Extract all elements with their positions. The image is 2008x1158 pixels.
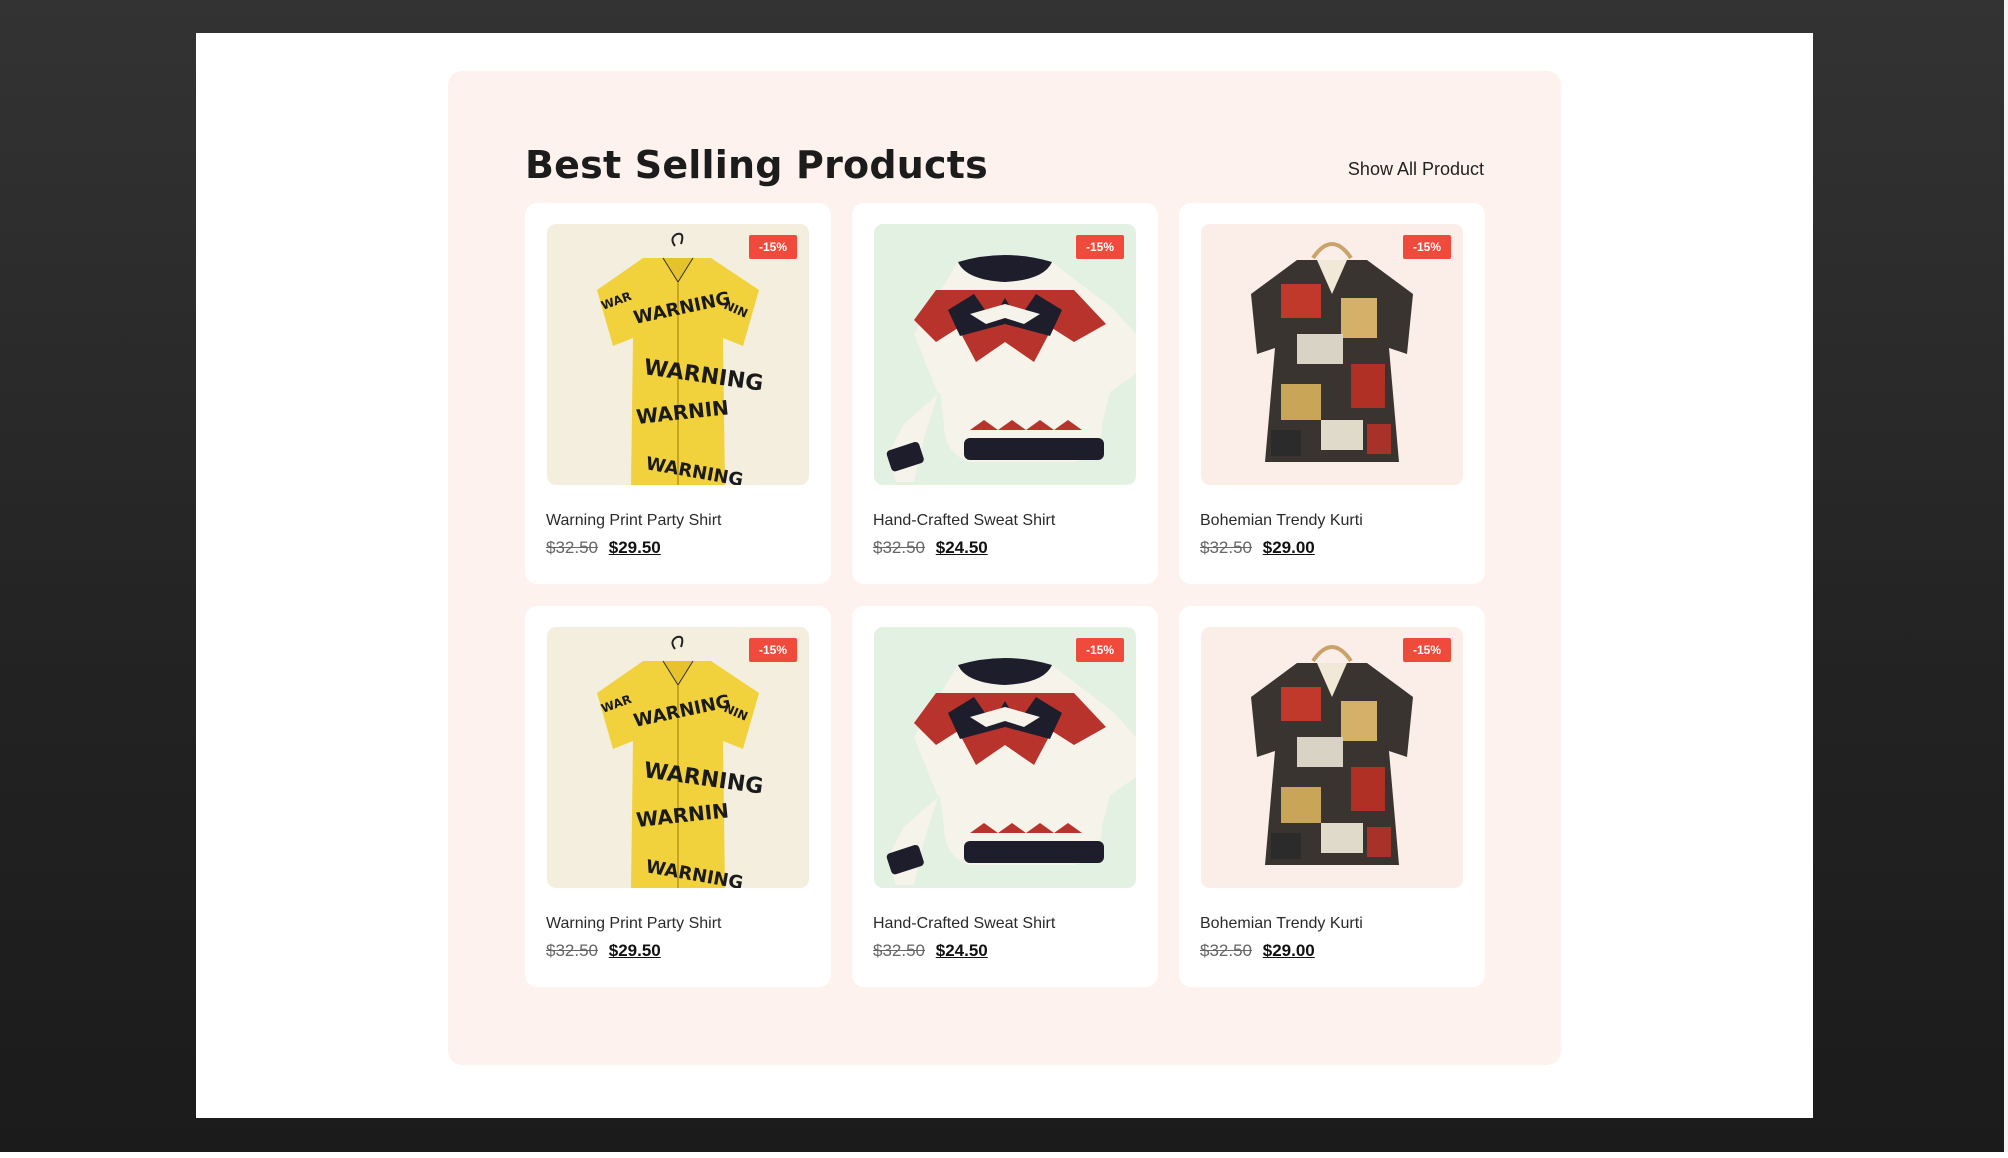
window-bottom-edge [0,1152,2008,1158]
product-card[interactable]: -15% Bohemian Trendy Kurti $32.50 $29.00 [1179,606,1485,987]
product-name[interactable]: Warning Print Party Shirt [546,512,721,530]
product-name[interactable]: Bohemian Trendy Kurti [1200,512,1363,530]
product-card[interactable]: WARNING WARNING WARNIN WARNING WAR NIN -… [525,203,831,584]
sale-price: $29.00 [1262,538,1315,557]
old-price: $32.50 [546,538,598,557]
sale-price: $29.00 [1262,941,1315,960]
product-prices: $32.50 $29.50 [546,941,661,961]
show-all-products-link[interactable]: Show All Product [1348,159,1484,180]
product-prices: $32.50 $29.00 [1200,941,1315,961]
product-prices: $32.50 $29.00 [1200,538,1315,558]
window-edge [2004,0,2008,1158]
page-canvas: Best Selling Products Show All Product W… [196,33,1813,1118]
sale-price: $29.50 [608,941,661,960]
discount-badge: -15% [748,235,797,259]
section-title: Best Selling Products [525,143,988,187]
product-image[interactable]: WARNING WARNING WARNIN WARNING WAR NIN -… [547,224,809,485]
discount-badge: -15% [1402,638,1451,662]
product-name[interactable]: Hand-Crafted Sweat Shirt [873,512,1055,530]
old-price: $32.50 [1200,941,1252,960]
product-grid: WARNING WARNING WARNIN WARNING WAR NIN -… [525,203,1485,987]
sale-price: $24.50 [935,941,988,960]
yellow-warning-shirt-icon: WARNING WARNING WARNIN WARNING WAR NIN [597,232,765,485]
yellow-warning-shirt-icon: WARNING WARNING WARNIN WARNING WAR NIN [597,635,765,888]
product-image[interactable]: -15% [1201,627,1463,888]
patterned-kurti-icon [1251,645,1413,865]
product-prices: $32.50 $24.50 [873,538,988,558]
old-price: $32.50 [873,941,925,960]
product-prices: $32.50 $29.50 [546,538,661,558]
product-prices: $32.50 $24.50 [873,941,988,961]
discount-badge: -15% [748,638,797,662]
old-price: $32.50 [1200,538,1252,557]
sale-price: $29.50 [608,538,661,557]
product-image[interactable]: WARNING WARNING WARNIN WARNING WAR NIN -… [547,627,809,888]
discount-badge: -15% [1075,638,1124,662]
product-card[interactable]: -15% Hand-Crafted Sweat Shirt $32.50 $24… [852,203,1158,584]
product-card[interactable]: WARNING WARNING WARNIN WARNING WAR NIN -… [525,606,831,987]
product-name[interactable]: Bohemian Trendy Kurti [1200,915,1363,933]
product-image[interactable]: -15% [874,224,1136,485]
product-name[interactable]: Hand-Crafted Sweat Shirt [873,915,1055,933]
discount-badge: -15% [1075,235,1124,259]
patterned-kurti-icon [1251,242,1413,462]
fair-isle-sweater-icon [886,658,1136,885]
product-image[interactable]: -15% [874,627,1136,888]
old-price: $32.50 [873,538,925,557]
discount-badge: -15% [1402,235,1451,259]
product-name[interactable]: Warning Print Party Shirt [546,915,721,933]
best-selling-section: Best Selling Products Show All Product W… [448,71,1561,1065]
fair-isle-sweater-icon [886,255,1136,482]
product-image[interactable]: -15% [1201,224,1463,485]
product-card[interactable]: -15% Bohemian Trendy Kurti $32.50 $29.00 [1179,203,1485,584]
sale-price: $24.50 [935,538,988,557]
old-price: $32.50 [546,941,598,960]
product-card[interactable]: -15% Hand-Crafted Sweat Shirt $32.50 $24… [852,606,1158,987]
